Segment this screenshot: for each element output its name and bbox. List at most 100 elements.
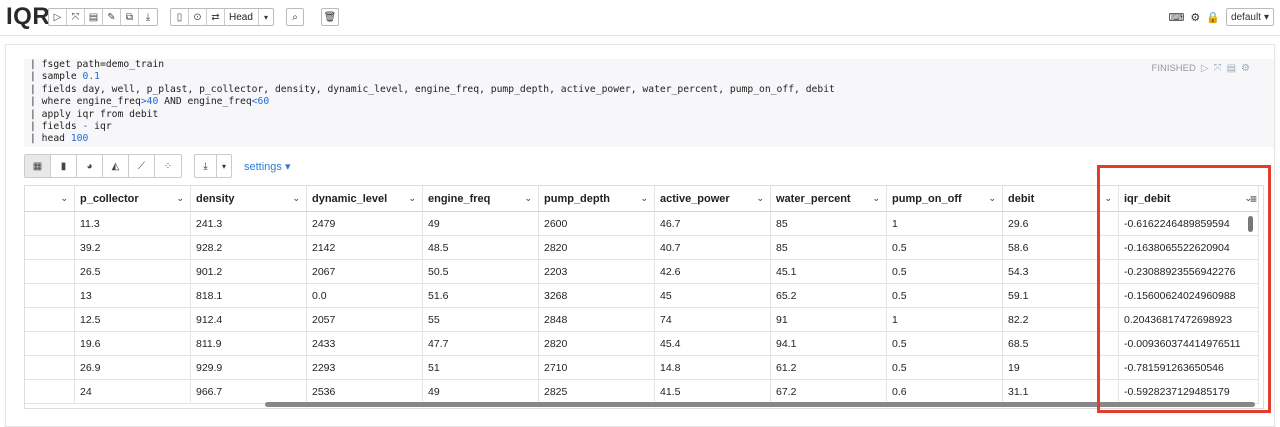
column-menu-icon[interactable]: ⌄: [408, 193, 416, 204]
keyboard-icon[interactable]: ⌨: [1168, 11, 1184, 24]
column-menu-icon[interactable]: ⌄: [292, 193, 300, 204]
toggle-editor-icon[interactable]: ⤧: [1214, 63, 1222, 74]
column-header[interactable]: ⌄: [25, 186, 75, 211]
gear-icon[interactable]: ⚙: [1190, 11, 1200, 24]
paragraph-settings-icon[interactable]: ⚙: [1241, 63, 1250, 74]
table-cell: 0.5: [887, 332, 1003, 355]
table-cell: 2536: [307, 380, 423, 403]
column-header[interactable]: water_percent ⌄: [771, 186, 887, 211]
column-menu-icon[interactable]: ⌄: [524, 193, 532, 204]
table-cell: 19.6: [75, 332, 191, 355]
toggle-output-icon[interactable]: ▤: [1227, 63, 1236, 74]
table-cell: 41.5: [655, 380, 771, 403]
table-header: ⌄ p_collector ⌄ density ⌄ dynamic_level ⌄ engin…: [25, 186, 1259, 212]
table-cell: 45: [655, 284, 771, 307]
table-cell: 55: [423, 308, 539, 331]
download-group: ⤓ ▾: [194, 154, 232, 178]
commit-icon[interactable]: ⊙: [189, 9, 207, 25]
table-cell: 50.5: [423, 260, 539, 283]
status-label: FINISHED: [1151, 63, 1196, 74]
column-header[interactable]: pump_depth ⌄: [539, 186, 655, 211]
table-cell: 39.2: [75, 236, 191, 259]
table-cell: 2293: [307, 356, 423, 379]
table-cell: 2825: [539, 380, 655, 403]
column-header-label: dynamic_level: [312, 192, 388, 205]
column-header-label: pump_depth: [544, 192, 610, 205]
table-cell: 0.5: [887, 356, 1003, 379]
table-cell: 2710: [539, 356, 655, 379]
column-header-label: pump_on_off: [892, 192, 962, 205]
table-cell: [25, 380, 75, 403]
table-cell: 2848: [539, 308, 655, 331]
lock-icon[interactable]: 🔒: [1206, 11, 1220, 24]
table-cell: 49: [423, 380, 539, 403]
line-chart-icon[interactable]: ⟋: [129, 155, 155, 177]
download-icon[interactable]: ⤓: [195, 155, 217, 177]
clear-output-icon[interactable]: ✎: [103, 9, 121, 25]
table-cell: 811.9: [191, 332, 307, 355]
column-header[interactable]: p_collector ⌄: [75, 186, 191, 211]
code-editor[interactable]: | fsget path=demo_train | sample 0.1 | f…: [24, 59, 1274, 147]
column-menu-icon[interactable]: ⌄: [176, 193, 184, 204]
table-cell: 2203: [539, 260, 655, 283]
run-paragraph-icon[interactable]: ▷: [1201, 63, 1209, 74]
code-line: | fields day, well, p_plast, p_collector…: [30, 83, 835, 95]
table-cell: 928.2: [191, 236, 307, 259]
table-cell: [25, 260, 75, 283]
column-menu-icon[interactable]: ⌄: [640, 193, 648, 204]
download-caret-icon[interactable]: ▾: [217, 155, 231, 177]
file-icon[interactable]: ▯: [171, 9, 189, 25]
column-menu-icon[interactable]: ⌄: [60, 193, 68, 204]
table-row: 12.5 912.4 2057 55 2848 74 91 1 82.2 0.2043681747…: [25, 308, 1259, 332]
column-header[interactable]: engine_freq ⌄: [423, 186, 539, 211]
run-all-icon[interactable]: ▷: [49, 9, 67, 25]
table-cell: 2820: [539, 332, 655, 355]
table-cell: 241.3: [191, 212, 307, 235]
column-header-label: active_power: [660, 192, 730, 205]
paragraph-status: FINISHED ▷ ⤧ ▤ ⚙: [1152, 63, 1250, 74]
column-header[interactable]: pump_on_off ⌄: [887, 186, 1003, 211]
code-line: | sample 0.1: [30, 71, 100, 83]
table-cell: 2433: [307, 332, 423, 355]
column-menu-icon[interactable]: ⌄: [756, 193, 764, 204]
column-header[interactable]: active_power ⌄: [655, 186, 771, 211]
column-header[interactable]: dynamic_level ⌄: [307, 186, 423, 211]
interpreter-select[interactable]: default ▾: [1225, 8, 1274, 26]
table-cell: 51: [423, 356, 539, 379]
table-cell: 24: [75, 380, 191, 403]
column-menu-icon[interactable]: ⌄: [988, 193, 996, 204]
chevron-down-icon: ▾: [1263, 11, 1269, 23]
note-title[interactable]: IQR: [6, 3, 50, 31]
area-chart-icon[interactable]: ◭: [103, 155, 129, 177]
table-cell: [25, 356, 75, 379]
top-toolbar: IQR ▷ ⤧ ▤ ✎ ⧉ ⤓ ▯ ⊙ ⇄ Head ▾ ⌕ 🗑 ⌨ ⚙ 🔒 d…: [0, 0, 1280, 36]
compare-icon[interactable]: ⇄: [207, 9, 225, 25]
pie-chart-icon[interactable]: ◕: [77, 155, 103, 177]
table-cell: 13: [75, 284, 191, 307]
table-cell: [25, 308, 75, 331]
column-header[interactable]: density ⌄: [191, 186, 307, 211]
show-hide-code-icon[interactable]: ⤧: [67, 9, 85, 25]
search-icon[interactable]: ⌕: [286, 8, 304, 26]
table-cell: 91: [771, 308, 887, 331]
table-cell: [25, 212, 75, 235]
head-caret-icon[interactable]: ▾: [259, 9, 273, 25]
settings-link[interactable]: settings ▾: [244, 160, 291, 173]
clone-icon[interactable]: ⧉: [121, 9, 139, 25]
export-icon[interactable]: ⤓: [139, 9, 157, 25]
column-header-label: p_collector: [80, 192, 139, 205]
table-cell: 0.5: [887, 236, 1003, 259]
head-select[interactable]: Head: [225, 9, 259, 25]
table-cell: 47.7: [423, 332, 539, 355]
right-tools: ⌨ ⚙ 🔒 default ▾: [1168, 8, 1274, 26]
table-cell: 0.6: [887, 380, 1003, 403]
show-hide-output-icon[interactable]: ▤: [85, 9, 103, 25]
column-menu-icon[interactable]: ⌄: [872, 193, 880, 204]
table-cell: 0.5: [887, 284, 1003, 307]
trash-icon[interactable]: 🗑: [321, 8, 339, 26]
table-cell: 49: [423, 212, 539, 235]
table-cell: 26.9: [75, 356, 191, 379]
bar-chart-icon[interactable]: ▮: [51, 155, 77, 177]
scatter-chart-icon[interactable]: ⁘: [155, 155, 181, 177]
table-view-icon[interactable]: ▦: [25, 155, 51, 177]
